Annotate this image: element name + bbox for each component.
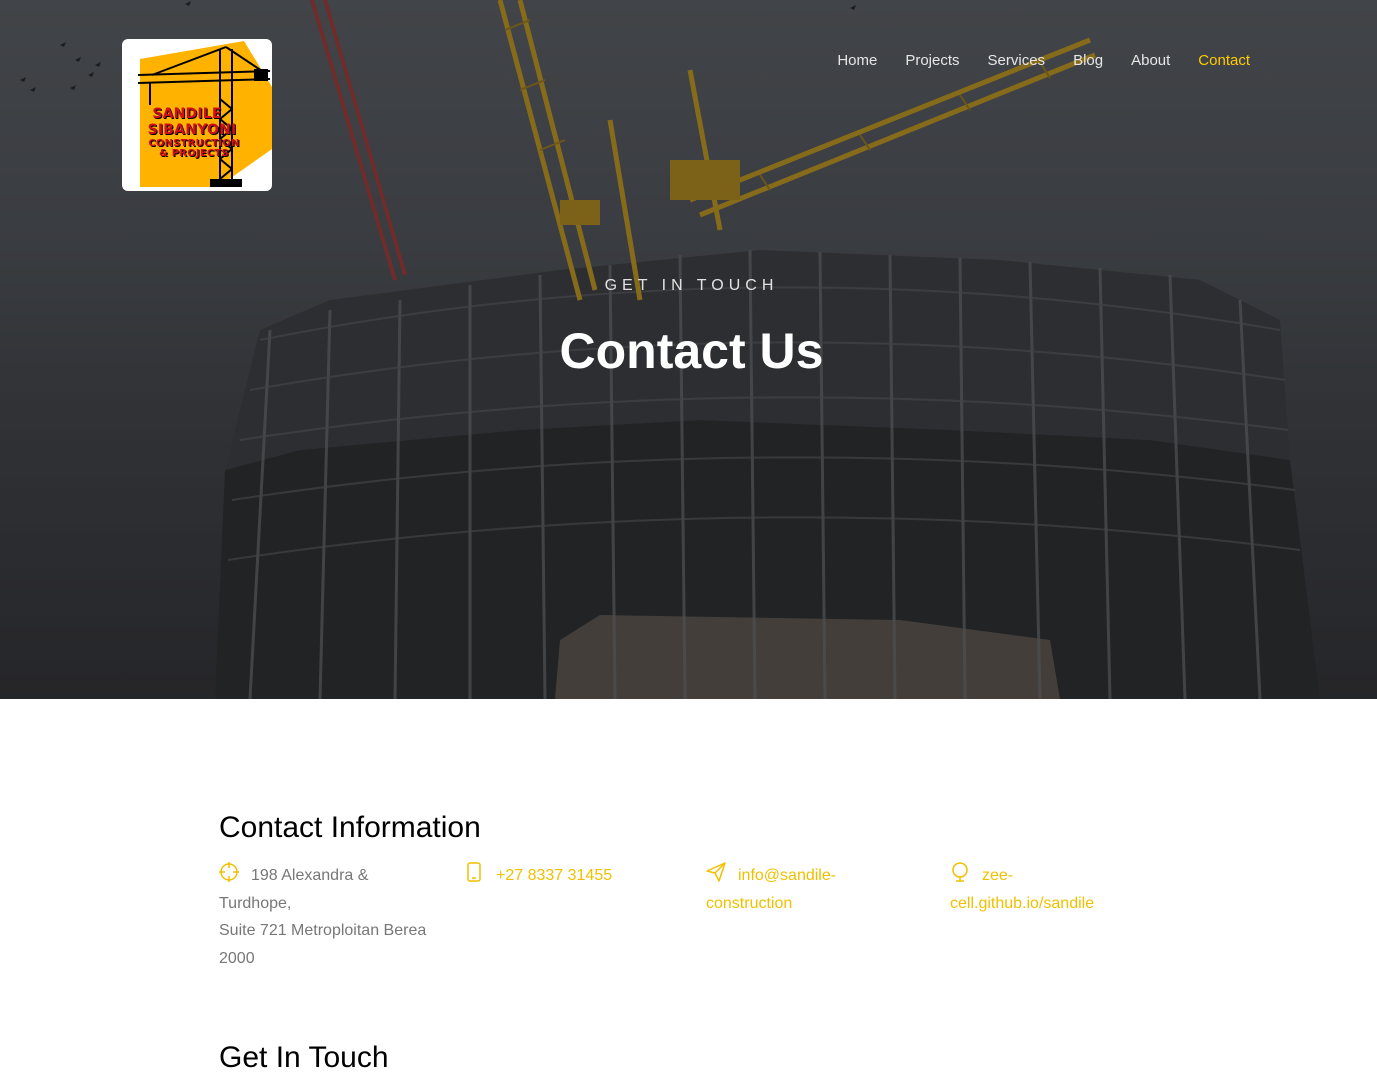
address-line-3: Suite 721 Metroploitan Berea — [219, 922, 427, 939]
hero-kicker: GET IN TOUCH — [604, 277, 779, 294]
website-link-line-2[interactable]: cell.github.io/sandile — [950, 895, 1094, 912]
email-block: info@sandile- construction — [706, 862, 926, 917]
get-in-touch-heading: Get In Touch — [219, 1041, 389, 1074]
website-link-line-1[interactable]: zee- — [982, 867, 1013, 884]
nav-item-blog[interactable]: Blog — [1059, 52, 1117, 70]
contact-info-grid: 198 Alexandra & Turdhope, Suite 721 Metr… — [219, 862, 1159, 982]
paper-plane-icon — [706, 862, 726, 882]
logo-line-4: & PROJECTS — [159, 148, 229, 159]
page-title: Contact Us — [559, 323, 824, 379]
logo-line-2: SIBANYONI — [147, 122, 237, 138]
address-line-1: 198 Alexandra & — [251, 867, 369, 884]
phone-link[interactable]: +27 8337 31455 — [496, 867, 612, 884]
nav-item-about[interactable]: About — [1117, 52, 1184, 70]
email-link-line-1[interactable]: info@sandile- — [738, 867, 836, 884]
nav-item-contact[interactable]: Contact — [1184, 52, 1250, 70]
logo-line-1: SANDILE — [152, 106, 222, 122]
contact-info-heading: Contact Information — [219, 811, 481, 844]
phone-icon — [467, 862, 481, 882]
globe-icon — [952, 862, 968, 882]
main-navigation: Home Projects Services Blog About Contac… — [823, 52, 1250, 70]
website-block: zee- cell.github.io/sandile — [950, 862, 1170, 917]
phone-block: +27 8337 31455 — [464, 862, 684, 890]
nav-item-home[interactable]: Home — [823, 52, 891, 70]
address-block: 198 Alexandra & Turdhope, Suite 721 Metr… — [219, 862, 439, 972]
nav-item-services[interactable]: Services — [974, 52, 1060, 70]
address-line-4: 2000 — [219, 949, 255, 967]
address-line-2: Turdhope, — [219, 894, 292, 912]
email-link-line-2[interactable]: construction — [706, 895, 792, 912]
company-logo[interactable]: SANDILE SIBANYONI CONSTRUCTION & PROJECT… — [122, 39, 272, 191]
nav-item-projects[interactable]: Projects — [891, 52, 973, 70]
crosshair-icon — [219, 862, 239, 882]
hero-banner: SANDILE SIBANYONI CONSTRUCTION & PROJECT… — [0, 0, 1377, 699]
